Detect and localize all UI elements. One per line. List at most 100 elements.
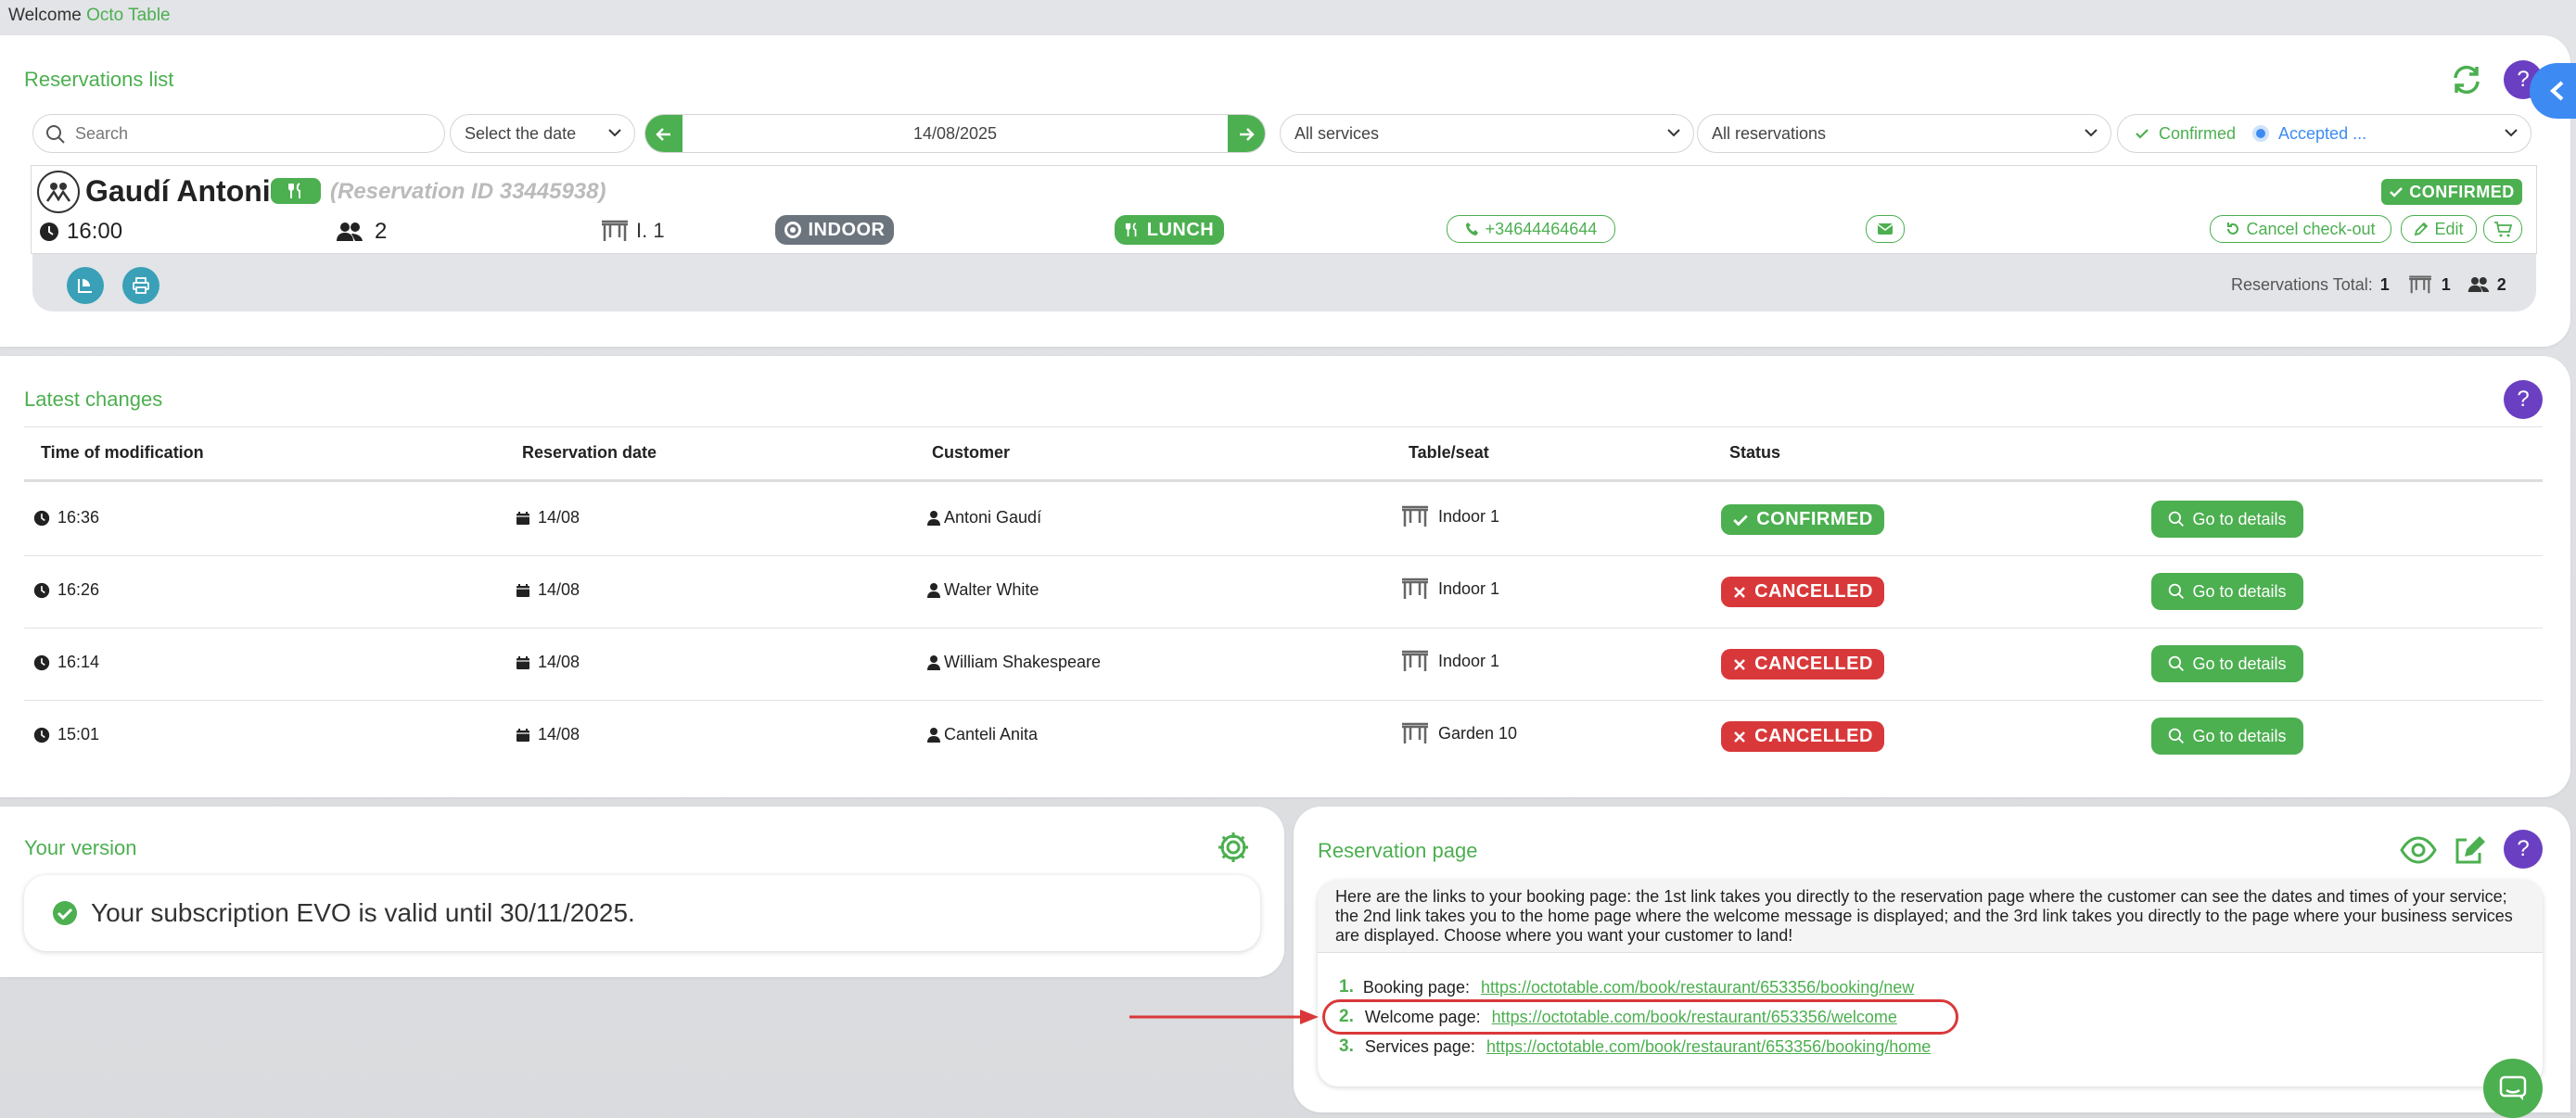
date-select[interactable]: Select the date bbox=[450, 114, 635, 153]
chevron-down-icon bbox=[608, 129, 621, 137]
status-filter-select[interactable]: Confirmed Accepted ... bbox=[2117, 114, 2531, 153]
calendar-icon bbox=[516, 511, 529, 525]
undo-icon bbox=[2227, 222, 2239, 235]
chevron-down-icon bbox=[2085, 129, 2098, 137]
table-icon bbox=[1402, 578, 1428, 599]
help-icon[interactable]: ? bbox=[2504, 380, 2543, 419]
link-url[interactable]: https://octotable.com/book/restaurant/65… bbox=[1481, 978, 1914, 997]
people-icon bbox=[337, 222, 363, 241]
search-icon bbox=[2169, 655, 2185, 672]
go-to-details-button[interactable]: Go to details bbox=[2151, 501, 2303, 538]
settings-icon[interactable] bbox=[1215, 829, 1252, 866]
refresh-icon[interactable] bbox=[2448, 61, 2485, 98]
current-date: 14/08/2025 bbox=[912, 123, 998, 143]
row-time: 16:26 bbox=[33, 580, 99, 600]
row-date-label: 14/08 bbox=[538, 725, 580, 743]
table-icon bbox=[1402, 650, 1428, 671]
row-date: 14/08 bbox=[516, 508, 580, 527]
edit-page-icon[interactable] bbox=[2452, 832, 2487, 868]
export-button[interactable] bbox=[67, 267, 104, 304]
meal-badge-label: LUNCH bbox=[1146, 219, 1215, 240]
print-button[interactable] bbox=[122, 267, 159, 304]
go-to-details-button[interactable]: Go to details bbox=[2151, 645, 2303, 682]
cart-button[interactable] bbox=[2483, 215, 2522, 243]
date-select-label: Select the date bbox=[465, 123, 577, 143]
arrow-right-icon bbox=[1240, 128, 1255, 141]
user-icon bbox=[927, 727, 940, 743]
table-header-divider bbox=[24, 479, 2543, 482]
status-badge-label: CONFIRMED bbox=[2409, 182, 2515, 201]
cart-icon bbox=[2494, 222, 2512, 237]
row-divider bbox=[24, 700, 2543, 701]
search-placeholder: Search bbox=[75, 123, 129, 143]
row-table-label: Indoor 1 bbox=[1438, 506, 1500, 526]
go-to-details-button[interactable]: Go to details bbox=[2151, 718, 2303, 755]
clock-icon bbox=[33, 510, 50, 526]
phone-button[interactable]: +34644464644 bbox=[1447, 215, 1615, 243]
row-customer: William Shakespeare bbox=[927, 653, 1101, 672]
calendar-icon bbox=[516, 728, 529, 742]
row-date-label: 14/08 bbox=[538, 580, 580, 599]
user-icon bbox=[927, 582, 940, 598]
search-icon bbox=[2169, 583, 2185, 600]
email-button[interactable] bbox=[1866, 215, 1905, 243]
edit-button[interactable]: Edit bbox=[2401, 215, 2477, 243]
row-time: 15:01 bbox=[33, 725, 99, 744]
row-time: 16:36 bbox=[33, 508, 99, 527]
reservations-total-label: Reservations Total: bbox=[2231, 274, 2373, 294]
reservation-time: 16:00 bbox=[39, 219, 122, 245]
link-item: 3. Services page: https://octotable.com/… bbox=[1339, 1036, 1931, 1057]
row-table-label: Garden 10 bbox=[1438, 723, 1518, 743]
row-customer: Walter White bbox=[927, 580, 1039, 600]
version-title: Your version bbox=[24, 836, 137, 859]
link-item: 1. Booking page: https://octotable.com/b… bbox=[1339, 977, 1914, 997]
row-time-label: 16:36 bbox=[57, 508, 100, 527]
reservation-time-label: 16:00 bbox=[67, 219, 123, 244]
row-table-label: Indoor 1 bbox=[1438, 578, 1500, 598]
link-label: Services page: bbox=[1364, 1036, 1475, 1056]
next-date-button[interactable] bbox=[1228, 115, 1265, 152]
link-label: Booking page: bbox=[1362, 977, 1470, 997]
col-time-modification: Time of modification bbox=[41, 443, 204, 462]
arrow-left-icon bbox=[656, 128, 670, 141]
reservation-footer bbox=[32, 250, 2536, 311]
pencil-icon bbox=[2415, 222, 2429, 236]
table-icon bbox=[602, 220, 628, 241]
row-status-badge: CONFIRMED bbox=[1721, 504, 1884, 535]
status-filter-confirmed: Confirmed bbox=[2159, 123, 2237, 143]
eye-icon[interactable] bbox=[2400, 834, 2437, 866]
services-select[interactable]: All services bbox=[1280, 114, 1694, 153]
edit-label: Edit bbox=[2434, 219, 2464, 238]
row-time: 16:14 bbox=[33, 653, 99, 672]
reservations-filter-select[interactable]: All reservations bbox=[1697, 114, 2111, 153]
reservations-total-count: 1 bbox=[2379, 274, 2390, 294]
go-to-details-button[interactable]: Go to details bbox=[2151, 573, 2303, 610]
date-navigator: 14/08/2025 bbox=[644, 114, 1266, 153]
row-status-badge: CANCELLED bbox=[1721, 721, 1884, 752]
go-to-details-label: Go to details bbox=[2192, 581, 2287, 601]
close-icon bbox=[1734, 658, 1745, 670]
cutlery-icon bbox=[1125, 222, 1137, 237]
row-table-label: Indoor 1 bbox=[1438, 651, 1500, 670]
row-customer-label: William Shakespeare bbox=[944, 653, 1102, 671]
customer-name[interactable]: Gaudí Antoni bbox=[85, 174, 271, 209]
help-icon[interactable]: ? bbox=[2504, 830, 2543, 869]
reservation-page-title: Reservation page bbox=[1318, 839, 1478, 862]
chat-button[interactable] bbox=[2483, 1059, 2543, 1118]
latest-changes-title: Latest changes bbox=[24, 387, 163, 411]
calendar-icon bbox=[516, 583, 529, 597]
prev-date-button[interactable] bbox=[645, 115, 682, 152]
row-date: 14/08 bbox=[516, 653, 580, 672]
search-input[interactable]: Search bbox=[32, 114, 445, 153]
welcome-user[interactable]: Octo Table bbox=[86, 6, 170, 25]
row-customer: Canteli Anita bbox=[927, 725, 1038, 744]
cancel-checkout-button[interactable]: Cancel check-out bbox=[2210, 215, 2391, 243]
row-date: 14/08 bbox=[516, 580, 580, 600]
check-icon bbox=[2136, 129, 2149, 139]
print-icon bbox=[133, 277, 149, 294]
service-tag bbox=[271, 178, 321, 204]
row-date: 14/08 bbox=[516, 725, 580, 744]
link-url[interactable]: https://octotable.com/book/restaurant/65… bbox=[1486, 1037, 1931, 1057]
row-table: Indoor 1 bbox=[1399, 577, 1499, 601]
calendar-icon bbox=[516, 655, 529, 669]
